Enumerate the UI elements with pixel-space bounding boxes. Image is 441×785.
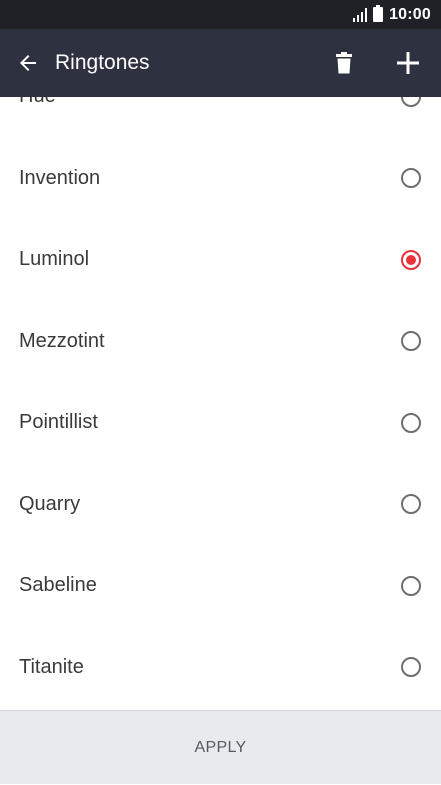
battery-icon <box>373 5 384 22</box>
radio-button[interactable] <box>401 97 421 107</box>
ringtone-label: Mezzotint <box>19 329 105 352</box>
ringtone-label: Titanite <box>19 655 84 678</box>
add-button[interactable] <box>392 47 424 79</box>
ringtone-item[interactable]: Invention <box>0 138 441 220</box>
radio-button-selected[interactable] <box>401 249 421 270</box>
ringtone-label: Quarry <box>19 492 81 515</box>
ringtone-item[interactable]: Titanite <box>0 627 441 709</box>
radio-button[interactable] <box>401 657 421 678</box>
radio-button[interactable] <box>401 412 421 433</box>
ringtone-item[interactable]: Hue <box>0 97 441 138</box>
page-title: Ringtones <box>55 51 150 74</box>
radio-button[interactable] <box>401 331 421 352</box>
ringtone-label: Hue <box>19 97 56 108</box>
status-icons: 10:00 <box>353 0 431 29</box>
status-bar: 10:00 <box>0 0 441 29</box>
app-bar: Ringtones <box>0 29 441 97</box>
ringtone-label: Sabeline <box>19 574 97 597</box>
ringtone-label: Luminol <box>19 248 90 271</box>
arrow-left-icon <box>20 55 36 71</box>
ringtone-list[interactable]: Hue Invention Luminol Mezzotint Pointillist Q… <box>0 97 441 710</box>
ringtone-label: Invention <box>19 166 101 189</box>
signal-icon <box>353 7 368 22</box>
plus-icon <box>397 52 419 74</box>
ringtone-item[interactable]: Pointillist <box>0 382 441 464</box>
ringtone-item[interactable]: Mezzotint <box>0 301 441 383</box>
radio-button[interactable] <box>401 575 421 596</box>
footer-bar: APPLY <box>0 710 441 784</box>
ringtone-item[interactable]: Luminol <box>0 219 441 301</box>
ringtone-item[interactable]: Sabeline <box>0 545 441 627</box>
radio-button[interactable] <box>401 494 421 515</box>
status-time: 10:00 <box>389 5 431 23</box>
delete-button[interactable] <box>328 47 360 79</box>
ringtone-item[interactable]: Quarry <box>0 464 441 546</box>
ringtone-label: Pointillist <box>19 411 98 434</box>
radio-button[interactable] <box>401 168 421 189</box>
trash-icon <box>336 52 352 74</box>
apply-button[interactable]: APPLY <box>0 711 441 785</box>
ringtone-list-content: Hue Invention Luminol Mezzotint Pointillist Q… <box>0 97 441 708</box>
back-button[interactable] <box>12 47 44 79</box>
